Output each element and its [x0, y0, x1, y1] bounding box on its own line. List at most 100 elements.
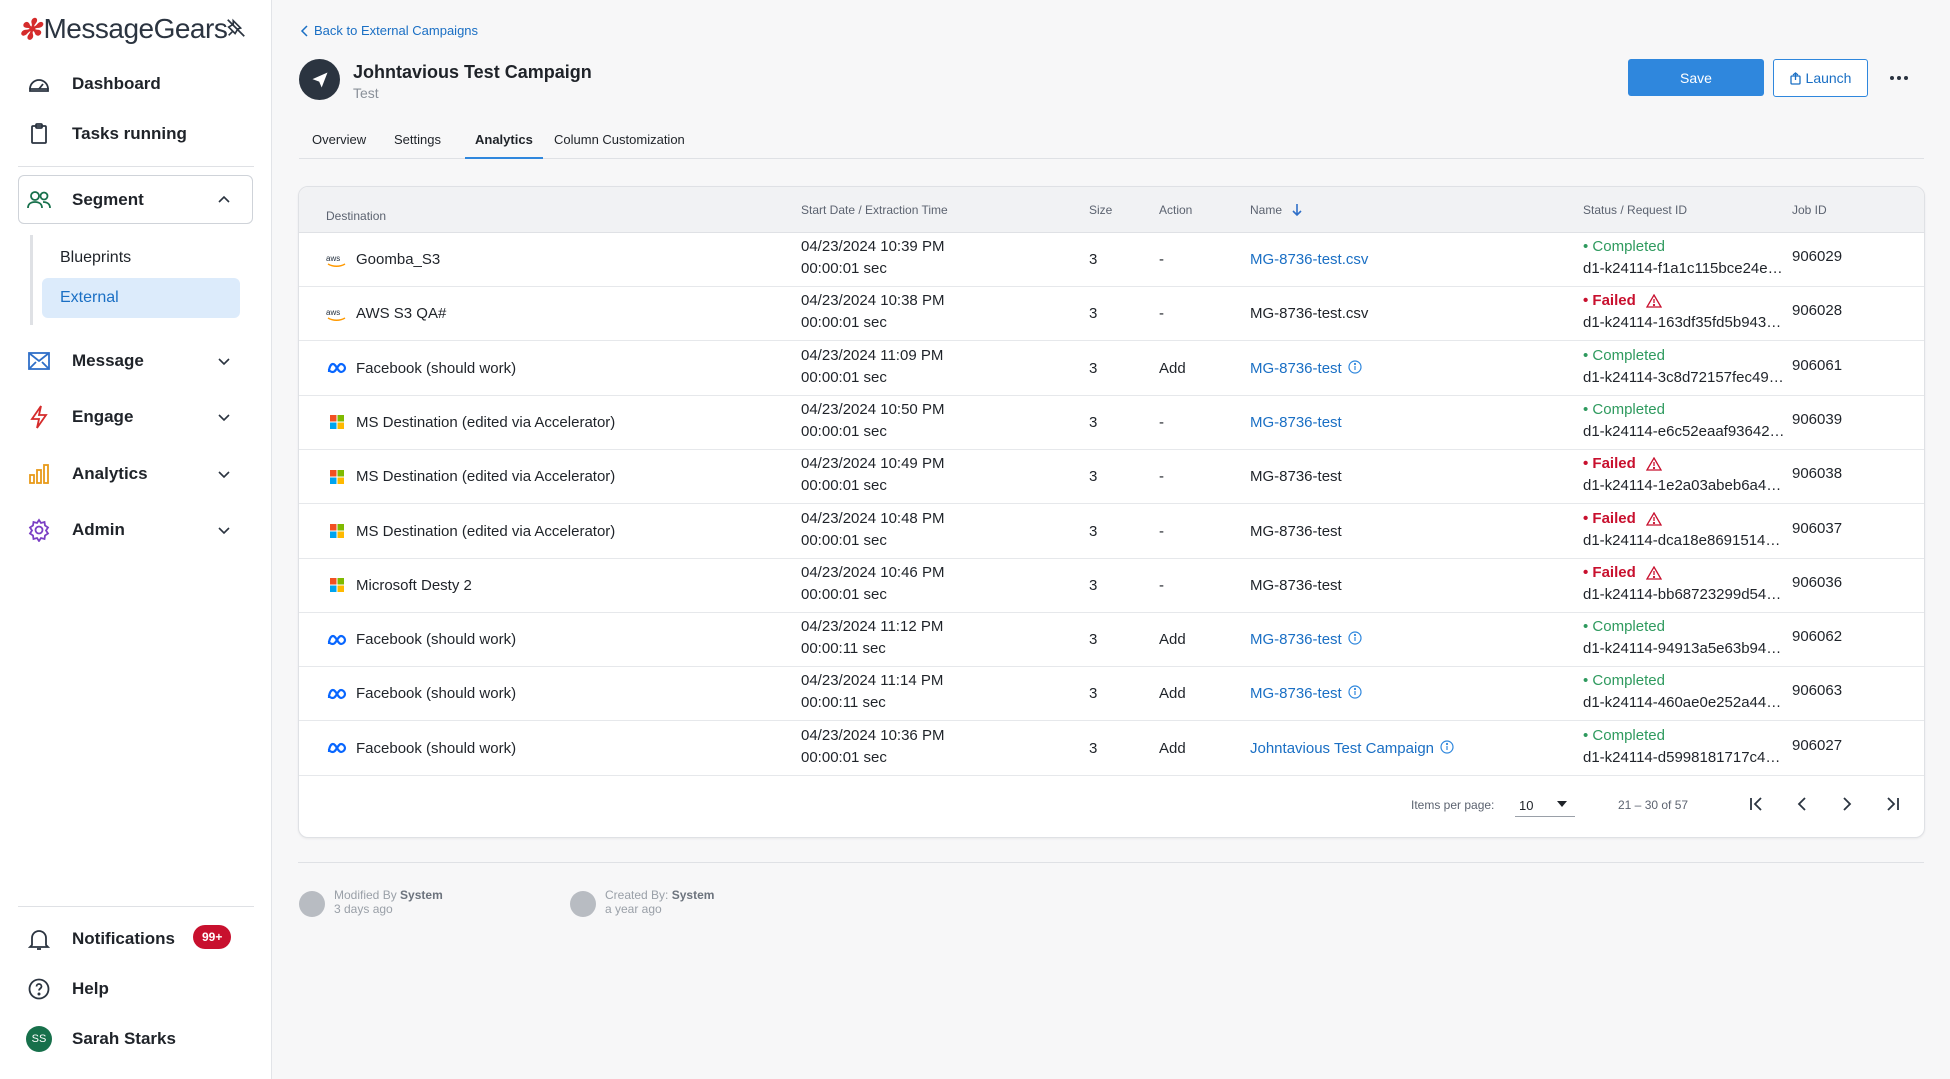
destination-cell: MS Destination (edited via Accelerator) — [326, 414, 615, 431]
action-cell: - — [1159, 576, 1164, 594]
col-start-date[interactable]: Start Date / Extraction Time — [801, 203, 948, 217]
destination-cell: Facebook (should work) — [326, 360, 516, 377]
nav-segment[interactable]: Segment — [26, 183, 230, 217]
chevron-down-icon[interactable] — [216, 353, 232, 369]
nav-admin[interactable]: Admin — [26, 513, 230, 547]
start-date: 04/23/2024 10:46 PM — [801, 563, 945, 581]
name-link[interactable]: MG-8736-test — [1250, 631, 1342, 648]
more-options-icon[interactable] — [1887, 66, 1911, 90]
table-row[interactable]: Facebook (should work) 04/23/2024 11:12 P… — [299, 613, 1924, 668]
microsoft-icon — [330, 524, 344, 538]
first-page-button[interactable] — [1745, 792, 1769, 816]
previous-page-button[interactable] — [1790, 792, 1814, 816]
name-link[interactable]: MG-8736-test — [1250, 360, 1342, 377]
nav-engage-label: Engage — [72, 407, 134, 426]
table-row[interactable]: MS Destination (edited via Accelerator) 0… — [299, 505, 1924, 559]
save-button[interactable]: Save — [1628, 59, 1764, 96]
warning-icon — [1645, 457, 1662, 471]
col-name[interactable]: Name — [1250, 203, 1303, 217]
job-id-cell: 906038 — [1792, 465, 1843, 483]
user-avatar: SS — [26, 1026, 52, 1052]
tab-analytics[interactable]: Analytics — [465, 132, 543, 159]
destination-icon: aws — [326, 306, 348, 322]
name-link[interactable]: MG-8736-test — [1250, 685, 1342, 702]
launch-icon — [1789, 71, 1801, 85]
name-link[interactable]: MG-8736-test — [1250, 414, 1342, 431]
destination-icon — [326, 360, 348, 376]
info-icon[interactable] — [1348, 631, 1362, 645]
nav-analytics[interactable]: Analytics — [26, 457, 230, 491]
back-to-external-campaigns-link[interactable]: Back to External Campaigns — [300, 23, 478, 38]
destination-icon — [326, 686, 348, 702]
messagegears-logo[interactable]: ✻ MessageGears — [18, 12, 228, 46]
sidebar-item-external[interactable]: External — [42, 278, 240, 318]
tab-overview[interactable]: Overview — [312, 132, 366, 159]
col-destination[interactable]: Destination — [326, 209, 386, 223]
chevron-down-icon[interactable] — [216, 409, 232, 425]
name-cell: MG-8736-test — [1250, 631, 1362, 648]
start-date-cell: 04/23/2024 10:38 PM 00:00:01 sec — [801, 290, 944, 334]
table-row[interactable]: MS Destination (edited via Accelerator) 0… — [299, 450, 1924, 505]
extraction-time: 00:00:01 sec — [801, 477, 887, 495]
col-action[interactable]: Action — [1159, 203, 1192, 217]
table-row[interactable]: MS Destination (edited via Accelerator) 0… — [299, 396, 1924, 450]
status-cell: • Failed d1-k24114-1e2a03abeb6a4… — [1583, 453, 1790, 497]
name-link[interactable]: Johntavious Test Campaign — [1250, 740, 1434, 757]
bar-chart-icon — [26, 461, 52, 487]
info-icon[interactable] — [1348, 685, 1362, 699]
col-job-id[interactable]: Job ID — [1792, 203, 1827, 217]
name-cell: MG-8736-test — [1250, 523, 1342, 540]
tab-column-customization[interactable]: Column Customization — [554, 132, 685, 159]
modified-by-info: Modified By System 3 days ago — [299, 888, 443, 917]
items-per-page-select[interactable]: 10 — [1515, 789, 1575, 817]
table-row[interactable]: Facebook (should work) 04/23/2024 11:09 P… — [299, 342, 1924, 396]
start-date-cell: 04/23/2024 10:36 PM 00:00:01 sec — [801, 725, 944, 769]
table-row[interactable]: aws Goomba_S3 04/23/2024 10:39 PM 00:00:01 … — [299, 233, 1924, 287]
back-link-label: Back to External Campaigns — [314, 23, 479, 38]
pin-off-icon[interactable] — [225, 17, 247, 39]
info-icon[interactable] — [1440, 740, 1454, 754]
page-subtitle: Test — [353, 85, 379, 101]
name-link[interactable]: MG-8736-test.csv — [1250, 251, 1368, 268]
meta-icon — [327, 362, 347, 374]
table-row[interactable]: Facebook (should work) 04/23/2024 11:14 P… — [299, 667, 1924, 722]
table-row[interactable]: aws AWS S3 QA# 04/23/2024 10:38 PM 00:00:01… — [299, 287, 1924, 342]
last-page-button[interactable] — [1880, 792, 1904, 816]
job-id-cell: 906029 — [1792, 248, 1843, 265]
status-badge: • Completed — [1583, 238, 1665, 255]
status-text: Failed — [1592, 292, 1636, 310]
start-date: 04/23/2024 10:50 PM — [801, 400, 945, 418]
request-id: d1-k24114-f1a1c115bce24e… — [1583, 260, 1783, 277]
chevron-up-icon[interactable] — [216, 192, 232, 208]
destination-icon — [326, 577, 348, 593]
nav-notifications[interactable]: Notifications — [26, 922, 175, 956]
size-cell: 3 — [1089, 251, 1098, 268]
chevron-down-icon[interactable] — [216, 522, 232, 538]
chevron-down-icon[interactable] — [216, 466, 232, 482]
sidebar-item-blueprints[interactable]: Blueprints — [42, 238, 240, 278]
launch-button[interactable]: Launch — [1773, 59, 1868, 97]
footer-divider — [298, 862, 1924, 863]
job-id-cell: 906036 — [1792, 573, 1843, 591]
nav-engage[interactable]: Engage — [26, 400, 230, 434]
job-id-cell: 906063 — [1792, 682, 1843, 700]
name-cell: MG-8736-test.csv — [1250, 305, 1368, 322]
name-cell: MG-8736-test — [1250, 360, 1362, 377]
nav-user-profile[interactable]: SS Sarah Starks — [26, 1022, 176, 1056]
nav-tasks-running[interactable]: Tasks running — [26, 117, 187, 151]
start-date: 04/23/2024 10:48 PM — [801, 509, 945, 527]
tab-settings[interactable]: Settings — [394, 132, 441, 159]
info-icon[interactable] — [1348, 359, 1362, 374]
microsoft-icon — [330, 469, 344, 484]
next-page-button[interactable] — [1835, 792, 1859, 816]
sort-descending-icon[interactable] — [1291, 203, 1303, 217]
col-status[interactable]: Status / Request ID — [1583, 203, 1687, 217]
status-badge: • Completed — [1583, 672, 1665, 690]
start-date: 04/23/2024 11:14 PM — [801, 672, 944, 690]
nav-help[interactable]: Help — [26, 972, 109, 1006]
nav-dashboard[interactable]: Dashboard — [26, 67, 161, 101]
table-row[interactable]: Facebook (should work) 04/23/2024 10:36 P… — [299, 722, 1924, 776]
table-row[interactable]: Microsoft Desty 2 04/23/2024 10:46 PM 00:0… — [299, 559, 1924, 613]
col-size[interactable]: Size — [1089, 203, 1112, 217]
nav-message[interactable]: Message — [26, 344, 230, 378]
